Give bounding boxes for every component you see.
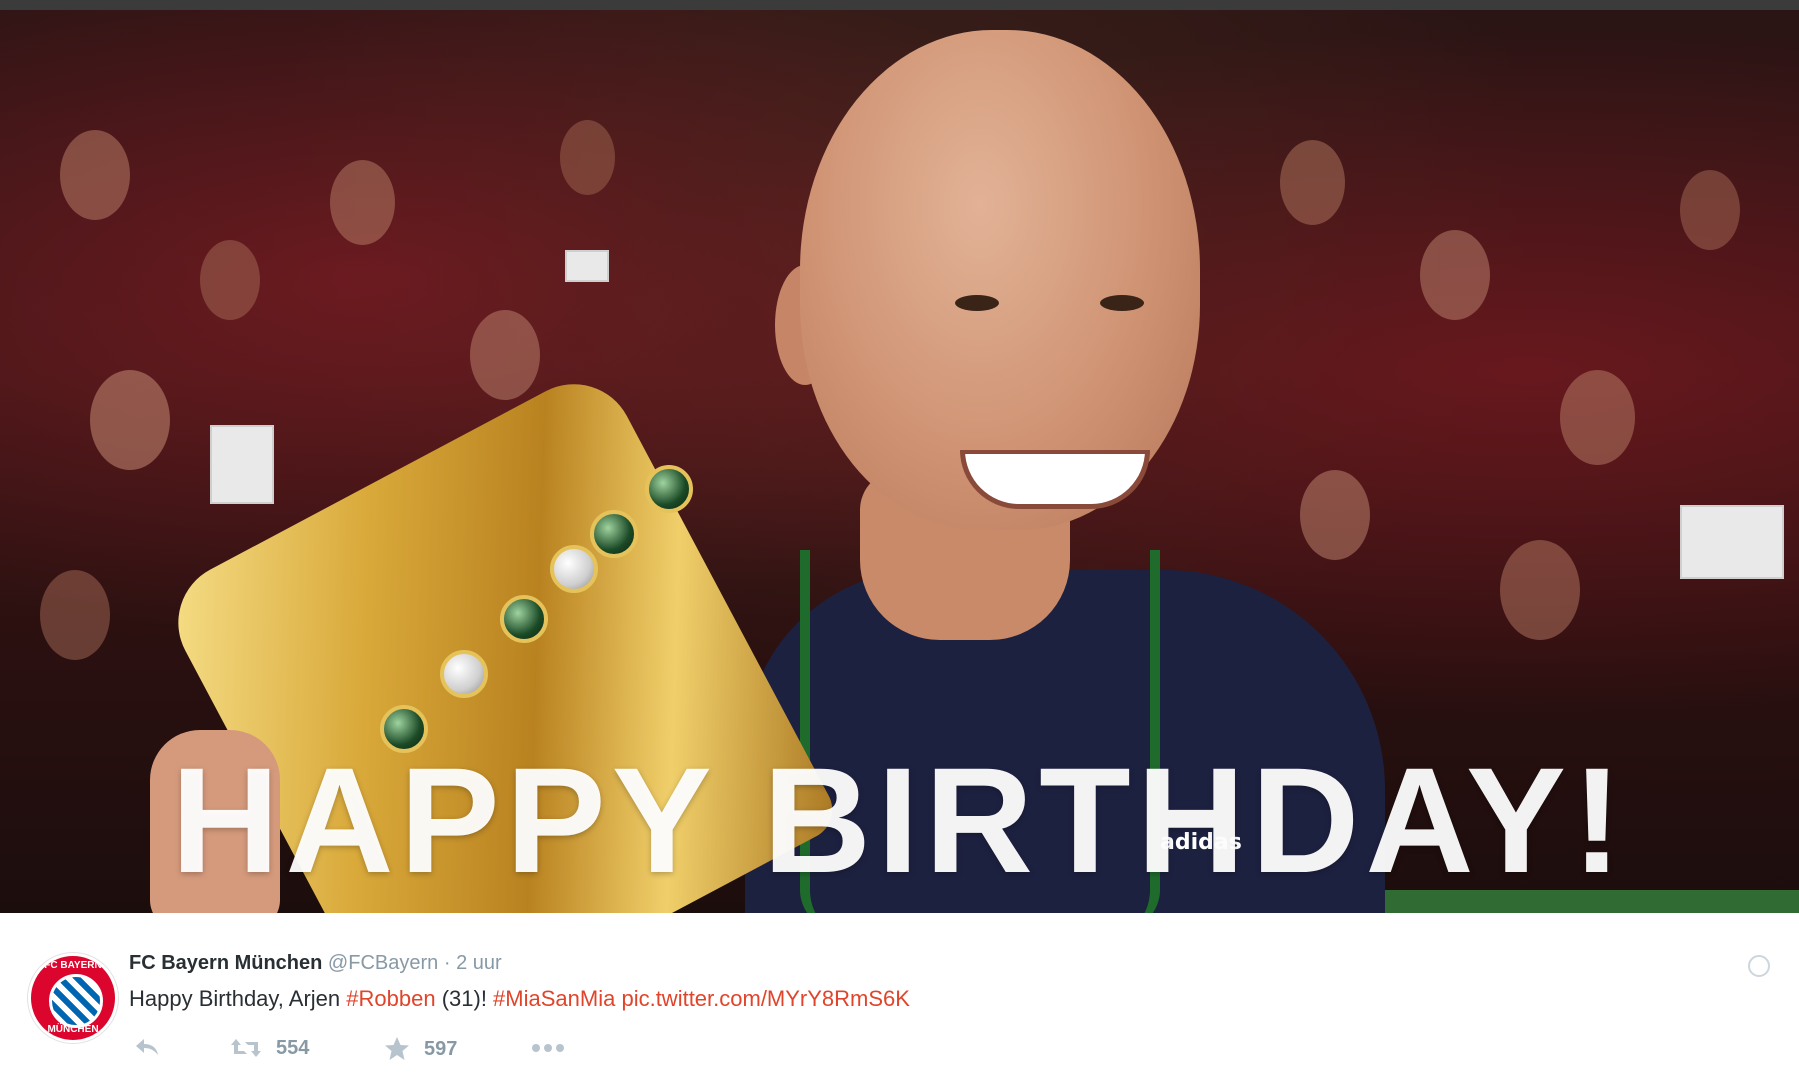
fan-tablet xyxy=(1680,505,1784,579)
crowd-face xyxy=(1300,470,1370,560)
trophy-gem xyxy=(550,545,598,593)
tweet-media-image[interactable]: adidas HAPPY BIRTHDAY! xyxy=(0,10,1799,913)
crowd-face xyxy=(90,370,170,470)
reply-button[interactable] xyxy=(133,1036,161,1058)
crowd-face xyxy=(60,130,130,220)
tweet-text: Happy Birthday, Arjen #Robben (31)! #Mia… xyxy=(129,986,910,1012)
crowd-face xyxy=(470,310,540,400)
more-dots-icon xyxy=(532,1044,564,1052)
crowd-face xyxy=(1560,370,1635,465)
trophy-gem xyxy=(645,465,693,513)
crowd-face xyxy=(330,160,395,245)
retweet-count: 554 xyxy=(276,1036,310,1059)
top-bar xyxy=(0,0,1799,10)
media-link[interactable]: pic.twitter.com/MYrY8RmS6K xyxy=(621,986,910,1011)
star-icon xyxy=(385,1037,409,1060)
fan-phone xyxy=(565,250,609,282)
bayern-diamond-logo xyxy=(49,974,103,1028)
tweet-text-prefix: Happy Birthday, Arjen xyxy=(129,986,347,1011)
header-separator: · xyxy=(443,952,451,974)
crowd-face xyxy=(1420,230,1490,320)
more-options-button[interactable] xyxy=(531,1038,565,1058)
fan-tablet xyxy=(210,425,274,504)
tweet-text-middle: (31)! xyxy=(435,986,494,1011)
crowd-face xyxy=(200,240,260,320)
retweet-icon xyxy=(231,1039,261,1057)
crowd-face xyxy=(560,120,615,195)
crowd-face xyxy=(1500,540,1580,640)
reply-icon xyxy=(136,1039,158,1055)
trophy-gem xyxy=(590,510,638,558)
trophy-gem xyxy=(440,650,488,698)
avatar-logo-text-bottom: MÜNCHEN xyxy=(47,1024,99,1035)
player-eye xyxy=(1100,295,1144,311)
tweet-header: FC Bayern München @FCBayern · 2 uur xyxy=(129,952,502,975)
crowd-face xyxy=(1280,140,1345,225)
retweet-button[interactable]: 554 xyxy=(230,1036,309,1060)
avatar-logo-text-top: FC BAYERN xyxy=(44,960,102,971)
hashtag-robben[interactable]: #Robben xyxy=(346,986,435,1011)
trophy-gem xyxy=(500,595,548,643)
player-eye xyxy=(955,295,999,311)
favorite-button[interactable]: 597 xyxy=(384,1036,457,1062)
crowd-face xyxy=(1680,170,1740,250)
author-handle[interactable]: @FCBayern xyxy=(328,952,438,974)
fc-bayern-avatar[interactable]: FC BAYERN MÜNCHEN xyxy=(28,953,118,1043)
happy-birthday-headline: HAPPY BIRTHDAY! xyxy=(171,736,1628,904)
crowd-face xyxy=(40,570,110,660)
tweet-timestamp[interactable]: 2 uur xyxy=(456,952,502,974)
hashtag-miasanmia[interactable]: #MiaSanMia xyxy=(493,986,615,1011)
player-smile xyxy=(960,450,1150,509)
globe-icon[interactable] xyxy=(1748,955,1770,977)
author-name[interactable]: FC Bayern München xyxy=(129,952,322,974)
favorite-count: 597 xyxy=(424,1037,458,1060)
